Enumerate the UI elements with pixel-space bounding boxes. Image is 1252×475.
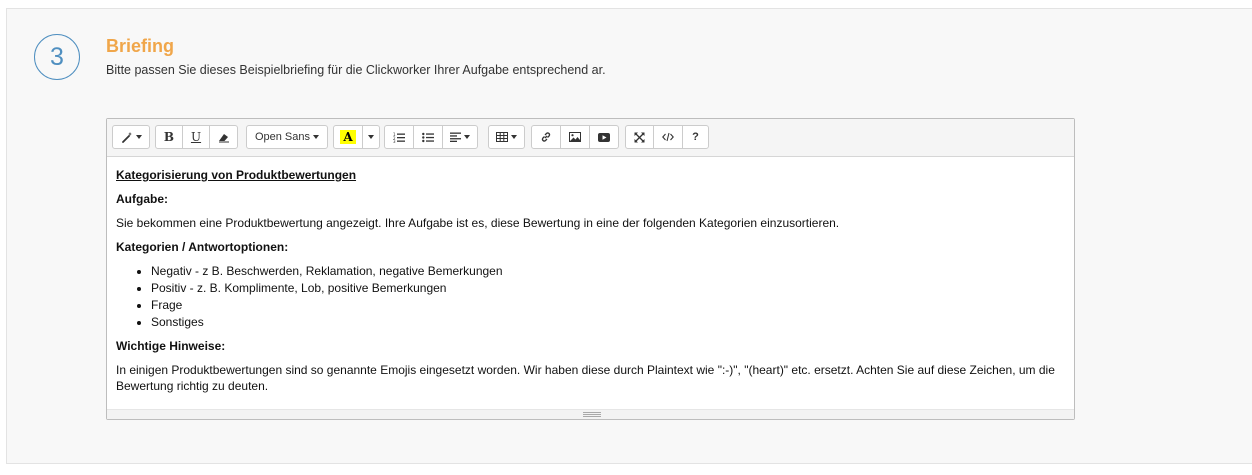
insert-link-button[interactable] [531, 125, 561, 149]
chevron-down-icon [313, 135, 320, 139]
font-family-label: Open Sans [254, 131, 311, 143]
insert-group [531, 125, 619, 149]
resize-grip-icon[interactable] [583, 412, 601, 417]
insert-table-dropdown[interactable] [488, 125, 525, 149]
unordered-list-icon [422, 132, 434, 143]
style-dropdown-button[interactable] [112, 125, 150, 149]
table-group [488, 125, 525, 149]
editor-content[interactable]: Kategorisierung von Produktbewertungen A… [107, 157, 1074, 404]
align-left-icon [450, 132, 461, 142]
notes-heading: Wichtige Hinweise: [116, 339, 226, 353]
code-icon [662, 132, 674, 142]
magic-wand-icon [121, 131, 133, 143]
video-icon [598, 132, 610, 142]
svg-text:3: 3 [393, 139, 396, 143]
insert-image-button[interactable] [560, 125, 590, 149]
style-group [112, 125, 150, 149]
help-button[interactable]: ? [682, 125, 709, 149]
eraser-icon [218, 132, 230, 143]
chevron-down-icon [511, 135, 517, 139]
underline-button[interactable]: U [182, 125, 210, 149]
clear-format-button[interactable] [209, 125, 238, 149]
task-text: Sie bekommen eine Produktbewertung angez… [116, 216, 840, 230]
view-group: ? [625, 125, 709, 149]
step-number-badge: 3 [34, 34, 80, 80]
table-icon [496, 132, 508, 142]
list-item: Sonstiges [151, 314, 1065, 331]
section-subtitle: Bitte passen Sie dieses Beispielbriefing… [106, 63, 606, 77]
editor-toolbar: B U Open Sans A 1 2 3 ? [107, 119, 1074, 157]
chevron-down-icon [135, 135, 142, 139]
section-title: Briefing [106, 36, 175, 56]
format-group: B U [155, 125, 238, 149]
font-group: Open Sans [246, 125, 328, 149]
insert-video-button[interactable] [589, 125, 619, 149]
text-color-letter: A [340, 130, 356, 144]
editor-resize-bar[interactable] [107, 409, 1074, 419]
list-item: Frage [151, 297, 1065, 314]
notes-text: In einigen Produktbewertungen sind so ge… [116, 363, 1055, 393]
image-icon [569, 132, 581, 142]
categories-heading: Kategorien / Antwortoptionen: [116, 240, 289, 254]
list-item: Positiv - z. B. Komplimente, Lob, positi… [151, 280, 1065, 297]
color-dropdown-button[interactable] [362, 125, 380, 149]
unordered-list-button[interactable] [413, 125, 443, 149]
text-color-button[interactable]: A [333, 125, 363, 149]
paragraph-align-dropdown[interactable] [442, 125, 478, 149]
color-group: A [333, 125, 380, 149]
font-family-dropdown[interactable]: Open Sans [246, 125, 328, 149]
step-number: 3 [50, 42, 64, 71]
task-heading: Aufgabe: [116, 192, 168, 206]
document-title: Kategorisierung von Produktbewertungen [116, 168, 357, 182]
code-view-button[interactable] [653, 125, 683, 149]
list-item: Negativ - z B. Beschwerden, Reklamation,… [151, 263, 1065, 280]
fullscreen-button[interactable] [625, 125, 654, 149]
chevron-down-icon [464, 135, 470, 139]
expand-icon [634, 132, 645, 143]
categories-list: Negativ - z B. Beschwerden, Reklamation,… [116, 263, 1065, 331]
rich-text-editor: B U Open Sans A 1 2 3 ? Kategorisierung … [106, 118, 1075, 420]
ordered-list-button[interactable]: 123 [384, 125, 414, 149]
chevron-down-icon [368, 135, 374, 139]
list-group: 123 [384, 125, 478, 149]
link-icon [540, 131, 552, 143]
ordered-list-icon: 123 [393, 132, 405, 143]
bold-button[interactable]: B [155, 125, 183, 149]
